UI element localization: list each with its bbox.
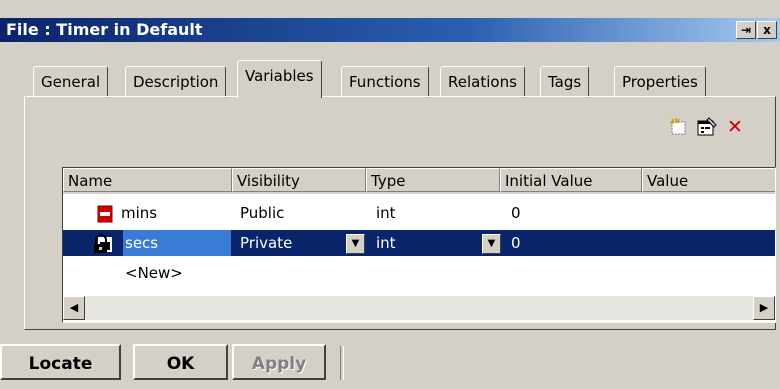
window-title: File : Timer in Default: [6, 20, 203, 39]
apply-button[interactable]: Apply: [232, 344, 326, 380]
horizontal-scrollbar[interactable]: ◀ ▶: [63, 296, 775, 320]
tab-description[interactable]: Description: [125, 66, 227, 98]
table-row-selected[interactable]: secs Private ▼ int ▼ 0: [63, 230, 775, 256]
public-variable-icon: [97, 205, 113, 223]
delete-icon[interactable]: ✕: [724, 116, 746, 138]
properties-icon[interactable]: [696, 116, 718, 138]
column-header-initial-value[interactable]: Initial Value: [500, 168, 642, 192]
ok-button[interactable]: OK: [133, 344, 228, 380]
scroll-left-icon[interactable]: ◀: [63, 296, 85, 320]
tab-general[interactable]: General: [33, 66, 109, 98]
variable-visibility[interactable]: Private: [240, 230, 292, 256]
visibility-dropdown-icon[interactable]: ▼: [346, 234, 365, 254]
column-header-name[interactable]: Name: [63, 168, 232, 192]
close-button[interactable]: x: [757, 21, 777, 39]
variable-initial-value[interactable]: 0: [511, 230, 521, 256]
new-variable-row[interactable]: <New>: [63, 260, 775, 286]
variable-name-selected[interactable]: secs: [123, 230, 231, 256]
column-header-type[interactable]: Type: [366, 168, 500, 192]
private-variable-icon: [93, 234, 115, 253]
scroll-right-icon[interactable]: ▶: [753, 296, 775, 320]
variable-initial-value[interactable]: 0: [511, 200, 521, 226]
new-variable-icon[interactable]: [668, 116, 690, 138]
new-variable-label[interactable]: <New>: [125, 260, 183, 286]
table-row[interactable]: mins Public int 0: [63, 200, 775, 226]
tab-tags[interactable]: Tags: [540, 66, 590, 98]
dialog-window: File : Timer in Default ⇥ x General Desc…: [0, 0, 780, 389]
title-bar[interactable]: File : Timer in Default ⇥ x: [0, 18, 780, 42]
tab-variables[interactable]: Variables: [237, 60, 322, 98]
type-dropdown-icon[interactable]: ▼: [482, 234, 501, 254]
column-header-value[interactable]: Value: [642, 168, 775, 192]
pin-button[interactable]: ⇥: [736, 21, 756, 39]
tab-relations[interactable]: Relations: [440, 66, 525, 98]
variables-table[interactable]: Name Visibility Type Initial Value Value…: [62, 167, 776, 323]
variable-name[interactable]: mins: [121, 200, 157, 226]
tab-properties[interactable]: Properties: [614, 66, 706, 98]
button-bar-separator: [340, 346, 344, 380]
locate-button[interactable]: Locate: [0, 344, 121, 380]
table-header: Name Visibility Type Initial Value Value: [63, 168, 775, 194]
variable-visibility[interactable]: Public: [240, 200, 284, 226]
column-header-visibility[interactable]: Visibility: [232, 168, 366, 192]
variable-type[interactable]: int: [376, 230, 396, 256]
tab-functions[interactable]: Functions: [341, 66, 429, 98]
variable-type[interactable]: int: [376, 200, 396, 226]
